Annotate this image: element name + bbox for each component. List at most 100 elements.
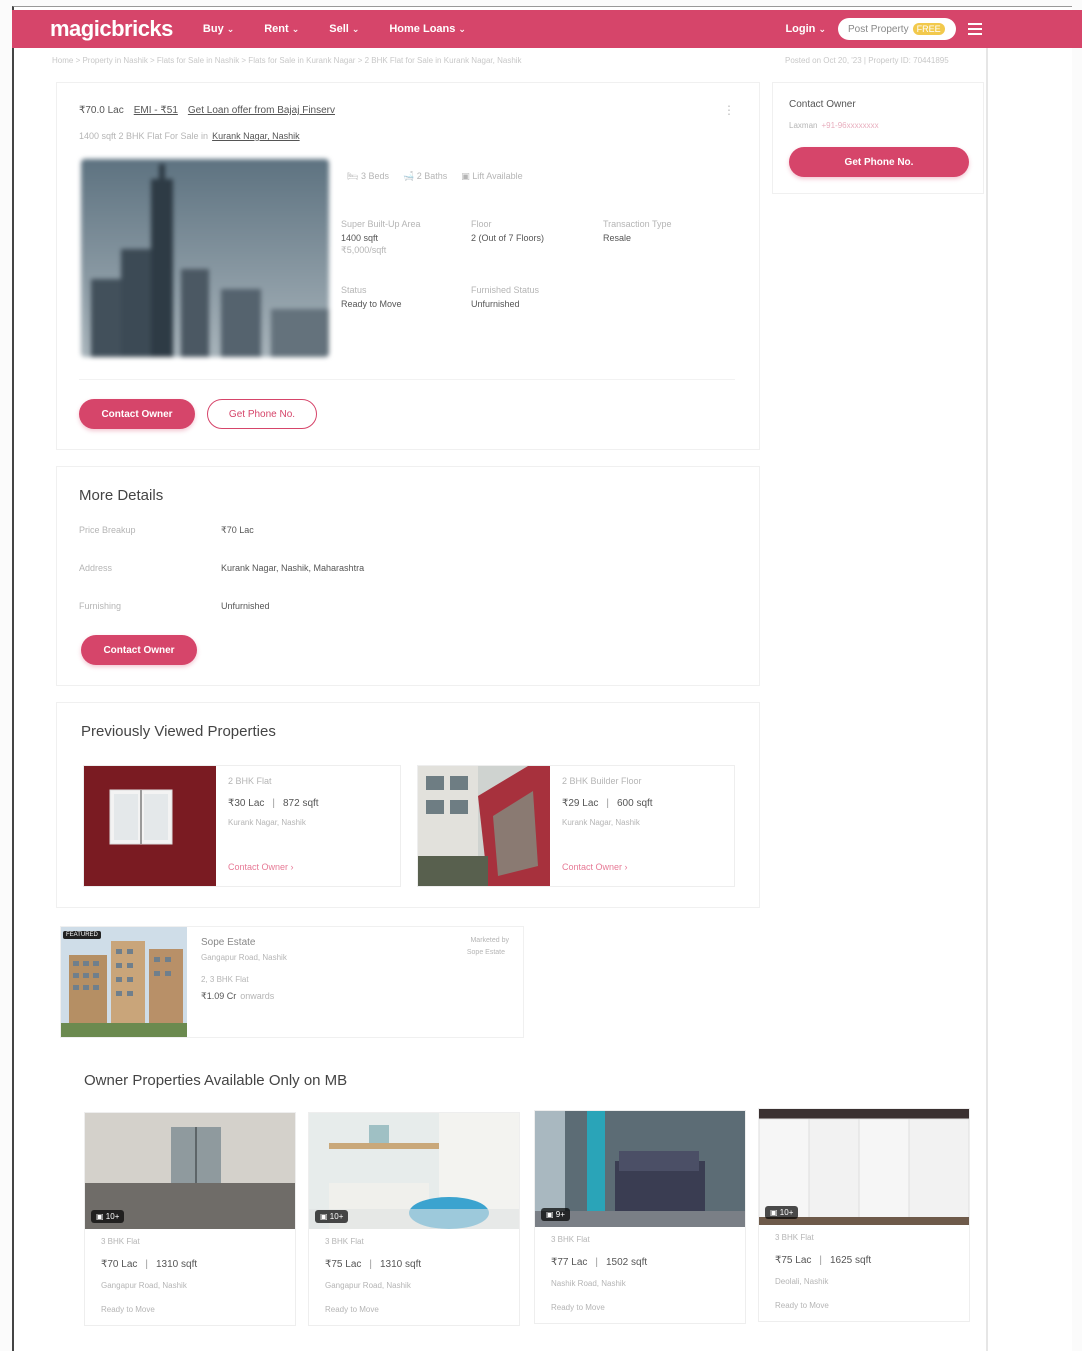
divider bbox=[79, 379, 735, 380]
property-photo: ▣ 10+ bbox=[85, 1113, 295, 1229]
location-link[interactable]: Kurank Nagar, Nashik bbox=[212, 131, 300, 141]
posted-info: Posted on Oct 20, '23 | Property ID: 704… bbox=[785, 56, 949, 65]
property-type: 3 BHK Flat bbox=[325, 1237, 364, 1246]
property-photo: ▣ 10+ bbox=[309, 1113, 519, 1229]
photo-count-badge: ▣ 10+ bbox=[91, 1210, 125, 1223]
detail-value: Kurank Nagar, Nashik, Maharashtra bbox=[221, 563, 365, 573]
detail-label: Status bbox=[341, 285, 367, 295]
detail-label: Furnished Status bbox=[471, 285, 540, 295]
lift-stat: ▣ Lift Available bbox=[461, 171, 523, 181]
post-property-button[interactable]: Post Property FREE bbox=[838, 18, 956, 40]
owner-property-card[interactable]: ▣ 10+ 3 BHK Flat ₹75 Lac | 1625 sqft Deol… bbox=[758, 1108, 970, 1322]
project-photo: FEATURED bbox=[61, 927, 187, 1037]
hamburger-menu-icon[interactable] bbox=[968, 23, 982, 35]
detail-value: 2 (Out of 7 Floors) bbox=[471, 233, 545, 243]
chevron-down-icon: ⌄ bbox=[351, 23, 360, 34]
listing-card: ₹70.0 Lac EMI - ₹51 Get Loan offer from … bbox=[56, 82, 760, 450]
project-price-sub: onwards bbox=[240, 991, 275, 1001]
detail-sub: ₹5,000/sqft bbox=[341, 245, 387, 255]
property-photo bbox=[84, 766, 216, 886]
camera-icon: ▣ bbox=[546, 1210, 554, 1219]
property-photo bbox=[418, 766, 550, 886]
breadcrumb[interactable]: Home > Property in Nashik > Flats for Sa… bbox=[52, 56, 522, 65]
detail-value: ₹70 Lac bbox=[221, 525, 254, 535]
property-location: Nashik Road, Nashik bbox=[551, 1279, 626, 1288]
property-photo: ▣ 9+ bbox=[535, 1111, 745, 1227]
emi-link[interactable]: EMI - ₹51 bbox=[134, 105, 178, 116]
property-location: Kurank Nagar, Nashik bbox=[228, 818, 306, 827]
marketed-by-label: Marketed by bbox=[470, 937, 509, 944]
marketed-by-name: Sope Estate bbox=[466, 949, 505, 956]
chevron-down-icon: ⌄ bbox=[291, 23, 300, 34]
detail-label: Price Breakup bbox=[79, 525, 136, 535]
owner-property-card[interactable]: ▣ 9+ 3 BHK Flat ₹77 Lac | 1502 sqft Nashi… bbox=[534, 1110, 746, 1324]
project-price: ₹1.09 Cr bbox=[201, 991, 237, 1001]
listing-title: 1400 sqft 2 BHK Flat For Sale in bbox=[79, 131, 209, 141]
camera-icon: ▣ bbox=[320, 1212, 328, 1221]
property-location: Gangapur Road, Nashik bbox=[325, 1281, 411, 1290]
previous-property-card[interactable]: 2 BHK Flat ₹30 Lac | 872 sqft Kurank Nag… bbox=[83, 765, 401, 887]
property-location: Gangapur Road, Nashik bbox=[101, 1281, 187, 1290]
photo-count-badge: ▣ 10+ bbox=[315, 1210, 349, 1223]
owner-property-card[interactable]: ▣ 10+ 3 BHK Flat ₹75 Lac | 1310 sqft Gang… bbox=[308, 1112, 520, 1326]
project-location: Gangapur Road, Nashik bbox=[201, 953, 287, 962]
home-loan-link[interactable]: Get Loan offer from Bajaj Finserv bbox=[188, 105, 335, 116]
scan-edge-line bbox=[986, 48, 988, 1351]
property-area: 872 sqft bbox=[283, 798, 319, 809]
contact-owner-button[interactable]: Contact Owner bbox=[79, 399, 195, 429]
bath-icon: 🛁 bbox=[402, 171, 415, 181]
property-location: Kurank Nagar, Nashik bbox=[562, 818, 640, 827]
contact-owner-link[interactable]: Contact Owner › bbox=[228, 862, 294, 872]
detail-value: Unfurnished bbox=[221, 601, 270, 611]
property-photo: ▣ 10+ bbox=[759, 1109, 969, 1225]
sidebar-title: Contact Owner bbox=[789, 99, 856, 110]
property-status: Ready to Move bbox=[775, 1301, 829, 1310]
login-link[interactable]: Login ⌄ bbox=[785, 23, 826, 35]
property-price: ₹75 Lac bbox=[325, 1259, 362, 1270]
property-area: 1625 sqft bbox=[830, 1255, 872, 1266]
nav-rent[interactable]: Rent ⌄ bbox=[264, 23, 299, 35]
detail-value: Unfurnished bbox=[471, 299, 520, 309]
more-details-card: More Details Price Breakup ₹70 Lac Addre… bbox=[56, 466, 760, 686]
property-type: 3 BHK Flat bbox=[775, 1233, 814, 1242]
get-phone-button[interactable]: Get Phone No. bbox=[207, 399, 317, 429]
property-price: ₹70 Lac bbox=[101, 1259, 138, 1270]
lift-icon: ▣ bbox=[461, 171, 470, 181]
property-type: 2 BHK Builder Floor bbox=[562, 776, 642, 786]
nav-sell[interactable]: Sell ⌄ bbox=[329, 23, 359, 35]
detail-label: Address bbox=[79, 563, 113, 573]
chevron-down-icon: ⌄ bbox=[458, 23, 466, 34]
property-type: 2 BHK Flat bbox=[228, 776, 272, 786]
previously-viewed-card: Previously Viewed Properties 2 BHK Flat … bbox=[56, 702, 760, 908]
photo-count-badge: ▣ 10+ bbox=[765, 1206, 799, 1219]
sidebar-get-phone-button[interactable]: Get Phone No. bbox=[789, 147, 969, 177]
more-details-contact-button[interactable]: Contact Owner bbox=[81, 635, 197, 665]
property-type: 3 BHK Flat bbox=[101, 1237, 140, 1246]
magicbricks-logo[interactable]: magicbricks bbox=[50, 16, 173, 42]
property-price: ₹29 Lac bbox=[562, 798, 599, 809]
property-area: 600 sqft bbox=[617, 798, 653, 809]
detail-label: Floor bbox=[471, 219, 492, 229]
listing-price: ₹70.0 Lac bbox=[79, 105, 124, 116]
camera-icon: ▣ bbox=[96, 1212, 104, 1221]
featured-project-card[interactable]: FEATURED Sope Estate Gangapur Road, Nash… bbox=[60, 926, 524, 1038]
owner-property-card[interactable]: ▣ 10+ 3 BHK Flat ₹70 Lac | 1310 sqft Gang… bbox=[84, 1112, 296, 1326]
property-price: ₹77 Lac bbox=[551, 1257, 588, 1268]
property-photo[interactable] bbox=[81, 159, 329, 357]
beds-stat: 🛏 3 Beds bbox=[347, 171, 389, 181]
property-price: ₹30 Lac bbox=[228, 798, 265, 809]
detail-value: Ready to Move bbox=[341, 299, 402, 309]
more-options-icon[interactable]: ⋮ bbox=[723, 103, 735, 117]
property-price: ₹75 Lac bbox=[775, 1255, 812, 1266]
top-nav-bar: magicbricks Buy ⌄ Rent ⌄ Sell ⌄ Home Loans ⌄… bbox=[12, 10, 1082, 48]
previously-viewed-title: Previously Viewed Properties bbox=[81, 723, 276, 740]
nav-buy[interactable]: Buy ⌄ bbox=[203, 23, 234, 35]
contact-owner-sidebar: Contact Owner Laxman +91-96xxxxxxxx Get … bbox=[772, 82, 984, 194]
nav-home-loans[interactable]: Home Loans ⌄ bbox=[389, 23, 466, 35]
previous-property-card[interactable]: 2 BHK Builder Floor ₹29 Lac | 600 sqft K… bbox=[417, 765, 735, 887]
owner-properties-title: Owner Properties Available Only on MB bbox=[84, 1072, 348, 1089]
contact-owner-link[interactable]: Contact Owner › bbox=[562, 862, 628, 872]
photo-count-badge: ▣ 9+ bbox=[541, 1208, 570, 1221]
detail-value: 1400 sqft bbox=[341, 233, 379, 243]
project-type: 2, 3 BHK Flat bbox=[201, 975, 249, 984]
